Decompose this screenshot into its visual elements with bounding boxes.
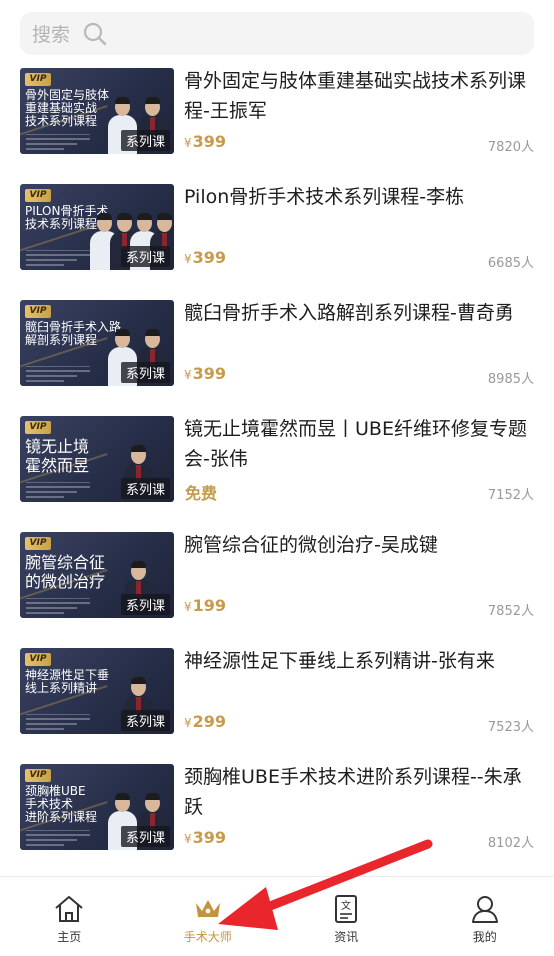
nav-mine[interactable]: 我的 [416,877,554,956]
course-item[interactable]: VIP 髋臼骨折手术入路 解剖系列课程 系列课 髋臼骨折手术入路解剖系列课程-曹奇勇 ¥… [0,298,554,414]
course-price: ¥399 [184,132,226,151]
enrollment-count: 8102人 [487,836,534,851]
vip-badge: VIP [25,653,51,666]
enrollment-count: 6685人 [487,256,534,271]
nav-home-label: 主页 [57,930,82,944]
thumbnail-credits [26,250,90,266]
course-item[interactable]: VIP 骨外固定与肢体 重建基础实战 技术系列课程 系列课 骨外固定与肢体重建基础实战… [0,66,554,182]
series-badge: 系列课 [120,362,170,383]
enrollment-count: 7852人 [487,604,534,619]
user-icon [471,896,498,923]
vip-badge: VIP [25,305,51,318]
course-price: ¥199 [184,596,226,615]
course-thumbnail: VIP 颈胸椎UBE 手术技术 进阶系列课程 系列课 [20,764,174,850]
thumbnail-title: 镜无止境 霍然而昱 [25,437,90,475]
thumbnail-credits [26,830,90,846]
price-value: 免费 [185,484,218,503]
course-title[interactable]: 镜无止境霍然而昱丨UBE纤维环修复专题会-张伟 [184,414,534,474]
enrollment-count: 8985人 [487,372,534,387]
course-item[interactable]: VIP PILON骨折手术 技术系列课程 系列课 Pilon骨折手术技术系列课程-李栋… [0,182,554,298]
course-price: ¥399 [184,828,226,847]
enrollment-count: 7152人 [487,488,534,503]
bottom-nav: 主页 手术大师 文 资讯 我的 [0,876,554,956]
nav-mine-label: 我的 [472,930,497,944]
vip-badge: VIP [25,769,51,782]
nav-news[interactable]: 文 资讯 [277,877,416,956]
thumbnail-credits [26,134,90,150]
price-value: 399 [192,364,227,383]
series-badge: 系列课 [120,478,170,499]
course-title[interactable]: 髋臼骨折手术入路解剖系列课程-曹奇勇 [184,298,534,328]
search-icon[interactable] [82,21,108,47]
vip-badge: VIP [25,537,51,550]
course-list: VIP 骨外固定与肢体 重建基础实战 技术系列课程 系列课 骨外固定与肢体重建基础实战… [0,66,554,876]
thumbnail-title: 腕管综合征 的微创治疗 [25,553,106,591]
course-price: ¥299 [184,712,226,731]
course-thumbnail: VIP PILON骨折手术 技术系列课程 系列课 [20,184,174,270]
thumbnail-credits [26,598,90,614]
nav-news-label: 资讯 [334,930,359,944]
price-value: 399 [192,248,227,267]
nav-masters-label: 手术大师 [183,930,232,944]
thumbnail-credits [26,482,90,498]
vip-badge: VIP [25,73,51,86]
currency-symbol: ¥ [184,136,192,150]
price-value: 399 [192,828,227,847]
currency-symbol: ¥ [184,252,192,266]
series-badge: 系列课 [120,826,170,847]
search-bar[interactable]: 搜索 [20,12,534,55]
vip-badge: VIP [25,421,51,434]
currency-symbol: ¥ [184,600,192,614]
course-item[interactable]: VIP 腕管综合征 的微创治疗 系列课 腕管综合征的微创治疗-吴成键 ¥199 7852人 [0,530,554,646]
series-badge: 系列课 [120,246,170,267]
price-value: 199 [192,596,227,615]
home-icon [55,896,83,922]
nav-home[interactable]: 主页 [0,877,139,956]
thumbnail-title: 神经源性足下垂 线上系列精讲 [25,668,110,695]
thumbnail-credits [26,714,90,730]
news-icon: 文 [335,895,358,923]
price-value: 399 [192,132,227,151]
currency-symbol: ¥ [184,716,192,730]
crown-icon [195,900,220,917]
course-thumbnail: VIP 骨外固定与肢体 重建基础实战 技术系列课程 系列课 [20,68,174,154]
search-placeholder: 搜索 [32,24,71,46]
course-title[interactable]: 腕管综合征的微创治疗-吴成键 [184,530,534,560]
series-badge: 系列课 [120,710,170,731]
course-title[interactable]: 神经源性足下垂线上系列精讲-张有来 [184,646,534,676]
currency-symbol: ¥ [184,832,192,846]
course-thumbnail: VIP 镜无止境 霍然而昱系列课 [20,416,174,502]
currency-symbol: ¥ [184,368,192,382]
course-thumbnail: VIP 髋臼骨折手术入路 解剖系列课程 系列课 [20,300,174,386]
course-price: 免费 [184,480,217,504]
course-thumbnail: VIP 腕管综合征 的微创治疗 系列课 [20,532,174,618]
nav-masters[interactable]: 手术大师 [139,877,278,956]
course-title[interactable]: 骨外固定与肢体重建基础实战技术系列课程-王振军 [184,66,534,126]
price-value: 299 [192,712,227,731]
course-thumbnail: VIP 神经源性足下垂 线上系列精讲 系列课 [20,648,174,734]
svg-text:文: 文 [341,899,351,912]
vip-badge: VIP [25,189,51,202]
enrollment-count: 7523人 [487,720,534,735]
course-price: ¥399 [184,248,226,267]
course-item[interactable]: VIP 颈胸椎UBE 手术技术 进阶系列课程 系列课 颈胸椎UBE手术技术进阶系列课程… [0,762,554,876]
enrollment-count: 7820人 [487,140,534,155]
course-title[interactable]: Pilon骨折手术技术系列课程-李栋 [184,182,534,212]
thumbnail-credits [26,366,90,382]
course-title[interactable]: 颈胸椎UBE手术技术进阶系列课程--朱承跃 [184,762,534,822]
course-item[interactable]: VIP 镜无止境 霍然而昱系列课 镜无止境霍然而昱丨UBE纤维环修复专题会-张伟免费… [0,414,554,530]
series-badge: 系列课 [120,594,170,615]
course-item[interactable]: VIP 神经源性足下垂 线上系列精讲 系列课 神经源性足下垂线上系列精讲-张有来 ¥29… [0,646,554,762]
course-price: ¥399 [184,364,226,383]
series-badge: 系列课 [120,130,170,151]
